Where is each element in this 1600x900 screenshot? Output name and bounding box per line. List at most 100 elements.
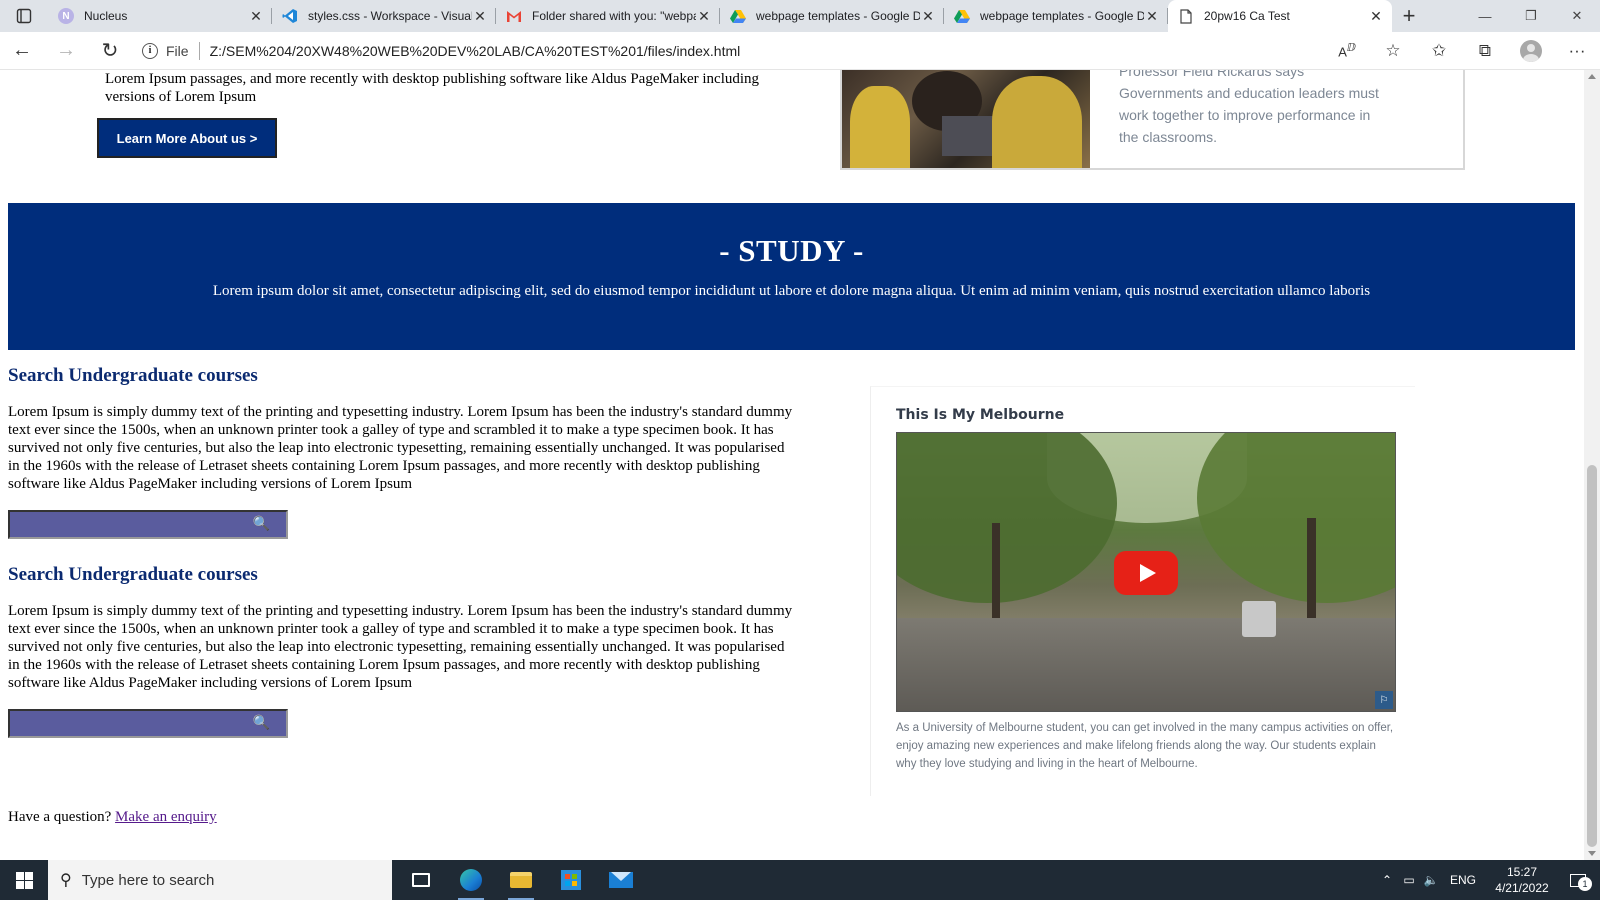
tab-close-button[interactable]: ✕ (1144, 8, 1160, 25)
info-icon[interactable]: i (142, 42, 158, 59)
add-favorite-button[interactable]: ☆ (1370, 32, 1416, 70)
read-aloud-button[interactable]: Aⅅ (1324, 32, 1370, 70)
read-aloud-icon: Aⅅ (1338, 42, 1356, 60)
make-enquiry-link[interactable]: Make an enquiry (115, 809, 217, 825)
news-text: Professor Field Rickards says Government… (1119, 70, 1379, 145)
mail-taskbar-button[interactable] (596, 860, 646, 900)
enquiry-prefix: Have a question? (8, 809, 112, 825)
browser-tab-drive-1[interactable]: webpage templates - Google Drive ✕ (720, 0, 944, 32)
clock-date: 4/21/2022 (1495, 881, 1549, 895)
file-explorer-icon (510, 872, 532, 888)
favorites-button[interactable]: ✩ (1416, 32, 1462, 70)
course-search-input[interactable] (10, 711, 240, 736)
star-plus-icon: ☆ (1385, 40, 1401, 60)
tab-title: webpage templates - Google Drive (756, 9, 920, 23)
channel-icon[interactable]: ⚐ (1375, 691, 1393, 709)
favorites-icon: ✩ (1431, 40, 1447, 60)
tab-close-button[interactable]: ✕ (472, 8, 488, 25)
store-taskbar-button[interactable] (546, 860, 596, 900)
learn-more-button[interactable]: Learn More About us > (97, 118, 277, 158)
language-indicator[interactable]: ENG (1450, 873, 1476, 887)
course-search-field[interactable]: 🔍 (8, 510, 288, 539)
video-card: This Is My Melbourne ⚐ As a University o… (870, 386, 1415, 796)
mail-icon (609, 872, 633, 888)
window-controls: — ❐ ✕ (1462, 0, 1600, 32)
new-tab-button[interactable]: + (1392, 0, 1426, 32)
clock-time: 15:27 (1506, 865, 1538, 879)
browser-toolbar: ← → ↻ i File Z:/SEM%204/20XW48%20WEB%20D… (0, 32, 1600, 70)
system-tray: ⌃ ▭ 🔈 ENG 15:27 4/21/2022 1 (1376, 864, 1600, 896)
taskbar-search[interactable]: ⚲ Type here to search (48, 860, 392, 900)
reload-icon: ↻ (101, 40, 119, 62)
browser-tools: Aⅅ ☆ ✩ ⧉ ··· (1324, 32, 1600, 70)
tab-close-button[interactable]: ✕ (696, 8, 712, 25)
course-search-field[interactable]: 🔍 (8, 709, 288, 738)
drive-icon (954, 8, 970, 24)
minimize-button[interactable]: — (1462, 0, 1508, 32)
enquiry-line: Have a question? Make an enquiry (8, 809, 217, 826)
task-view-icon (412, 873, 430, 887)
clock[interactable]: 15:27 4/21/2022 (1488, 864, 1556, 896)
news-card[interactable]: Professor Field Rickards says Government… (840, 70, 1465, 170)
back-button[interactable]: ← (0, 32, 44, 70)
more-icon: ··· (1568, 40, 1586, 60)
search-icon[interactable]: 🔍 (253, 516, 270, 533)
news-photo (842, 70, 1090, 168)
browser-tab-drive-2[interactable]: webpage templates - Google Drive ✕ (944, 0, 1168, 32)
taskbar-apps (396, 860, 646, 900)
play-icon (1140, 564, 1156, 582)
notification-center-button[interactable]: 1 (1556, 873, 1600, 891)
address-bar[interactable]: i File Z:/SEM%204/20XW48%20WEB%20DEV%20L… (132, 36, 1324, 66)
edge-icon (460, 869, 482, 891)
video-caption: As a University of Melbourne student, yo… (896, 722, 1394, 770)
tab-close-button[interactable]: ✕ (248, 8, 264, 25)
reload-button[interactable]: ↻ (88, 32, 132, 70)
windows-logo-icon (15, 871, 33, 889)
collections-button[interactable]: ⧉ (1462, 32, 1508, 70)
taskbar-search-placeholder: Type here to search (81, 871, 215, 889)
tab-actions-button[interactable] (0, 0, 48, 32)
profile-button[interactable] (1508, 32, 1554, 70)
chevron-up-icon[interactable]: ⌃ (1376, 873, 1398, 887)
network-icon[interactable]: ▭ (1398, 873, 1420, 887)
play-button[interactable] (1114, 551, 1178, 595)
gmail-icon (506, 8, 522, 24)
video-title: This Is My Melbourne (896, 407, 1065, 423)
search-icon[interactable]: 🔍 (253, 715, 270, 732)
browser-tab-gmail[interactable]: Folder shared with you: "webpage ✕ (496, 0, 720, 32)
avatar (1520, 39, 1542, 62)
browser-tab-nucleus[interactable]: N Nucleus ✕ (48, 0, 272, 32)
tab-close-button[interactable]: ✕ (1368, 8, 1384, 25)
video-player[interactable]: ⚐ (896, 432, 1396, 712)
scroll-down-icon[interactable] (1588, 851, 1596, 856)
search-icon: ⚲ (60, 872, 72, 889)
file-explorer-taskbar-button[interactable] (496, 860, 546, 900)
nucleus-icon: N (58, 8, 74, 24)
url-text[interactable]: Z:/SEM%204/20XW48%20WEB%20DEV%20LAB/CA%2… (210, 43, 741, 59)
settings-menu-button[interactable]: ··· (1554, 32, 1600, 70)
scroll-up-icon[interactable] (1588, 74, 1596, 79)
close-window-button[interactable]: ✕ (1554, 0, 1600, 32)
section-title: Search Undergraduate courses (8, 564, 258, 585)
tab-title: Nucleus (84, 9, 128, 23)
restore-button[interactable]: ❐ (1508, 0, 1554, 32)
scroll-thumb[interactable] (1587, 465, 1597, 847)
volume-icon[interactable]: 🔈 (1420, 873, 1442, 887)
study-banner: - STUDY - Lorem ipsum dolor sit amet, co… (8, 203, 1575, 350)
browser-tab-active[interactable]: 20pw16 Ca Test ✕ (1168, 0, 1392, 32)
section-body: Lorem Ipsum is simply dummy text of the … (8, 404, 793, 492)
task-view-button[interactable] (396, 860, 446, 900)
forward-arrow-icon: → (56, 39, 76, 61)
page-scrollbar[interactable] (1584, 70, 1600, 860)
tab-title: styles.css - Workspace - Visual (308, 9, 472, 23)
browser-tab-vscode[interactable]: styles.css - Workspace - Visual ✕ (272, 0, 496, 32)
edge-taskbar-button[interactable] (446, 860, 496, 900)
forward-button[interactable]: → (44, 32, 88, 70)
course-search-input[interactable] (10, 512, 240, 537)
start-button[interactable] (0, 860, 48, 900)
section-title: Search Undergraduate courses (8, 365, 258, 386)
study-heading: - STUDY - (719, 233, 864, 268)
tab-actions-icon (16, 8, 32, 24)
tab-close-button[interactable]: ✕ (920, 8, 936, 25)
intro-paragraph: Lorem Ipsum passages, and more recently … (105, 71, 760, 105)
